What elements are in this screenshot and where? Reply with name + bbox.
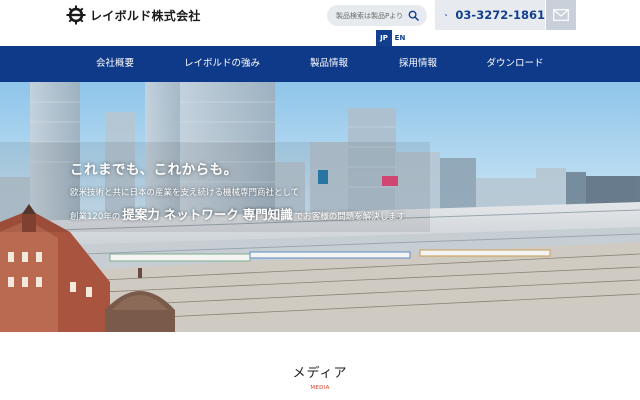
hero-keyword-expertise: 専門知識 — [242, 207, 293, 222]
nav-item-recruit[interactable]: 採用情報 — [399, 46, 437, 82]
section-title: メディア — [292, 366, 348, 381]
company-logo[interactable]: レイボルド株式会社 — [66, 5, 201, 25]
search-input[interactable] — [336, 11, 406, 20]
lang-jp-button[interactable]: JP — [376, 30, 392, 46]
hero-catchphrase: これまでも、これからも。 — [70, 162, 238, 178]
nav-item-download[interactable]: ダウンロード — [486, 46, 543, 82]
hero-tagline-prefix: 創業120年の — [70, 212, 121, 222]
hero-banner: これまでも、これからも。 欧米技術と共に日本の産業を支え続ける機械専門商社として… — [0, 82, 640, 332]
hero-keyword-network: ネットワーク — [163, 207, 239, 222]
phone-icon — [445, 13, 448, 16]
mail-button[interactable] — [546, 0, 576, 30]
hero-description: 欧米技術と共に日本の産業を支え続ける機械専門商社として — [70, 188, 300, 198]
company-name: レイボルド株式会社 — [90, 8, 201, 23]
search-icon[interactable] — [408, 10, 419, 21]
hero-tagline-suffix: でお客様の問題を解決します — [294, 212, 406, 222]
nav-item-products[interactable]: 製品情報 — [310, 46, 348, 82]
product-search[interactable] — [327, 5, 427, 26]
section-subtitle: MEDIA — [310, 385, 330, 391]
page: レイボルド株式会社 03-3272-1861 JP — [0, 0, 640, 400]
hero-tagline: 創業120年の 提案力 ネットワーク 専門知識 でお客様の問題を解決します — [70, 204, 405, 223]
language-switcher: JP EN — [376, 30, 408, 46]
hero-keyword-proposal: 提案力 — [122, 207, 160, 222]
nav-item-strengths[interactable]: レイボルドの強み — [184, 46, 260, 82]
gear-logo-icon — [66, 5, 86, 25]
global-nav: 会社概要 レイボルドの強み 製品情報 採用情報 ダウンロード — [0, 46, 640, 82]
phone-number: 03-3272-1861 — [455, 8, 545, 22]
hero-copy: これまでも、これからも。 欧米技術と共に日本の産業を支え続ける機械専門商社として… — [70, 158, 405, 223]
site-header: レイボルド株式会社 03-3272-1861 JP — [0, 0, 640, 46]
mail-icon — [553, 9, 569, 21]
phone-contact[interactable]: 03-3272-1861 — [435, 0, 545, 30]
nav-item-company[interactable]: 会社概要 — [96, 46, 134, 82]
lang-en-button[interactable]: EN — [392, 30, 408, 46]
media-section: メディア MEDIA — [0, 332, 640, 400]
